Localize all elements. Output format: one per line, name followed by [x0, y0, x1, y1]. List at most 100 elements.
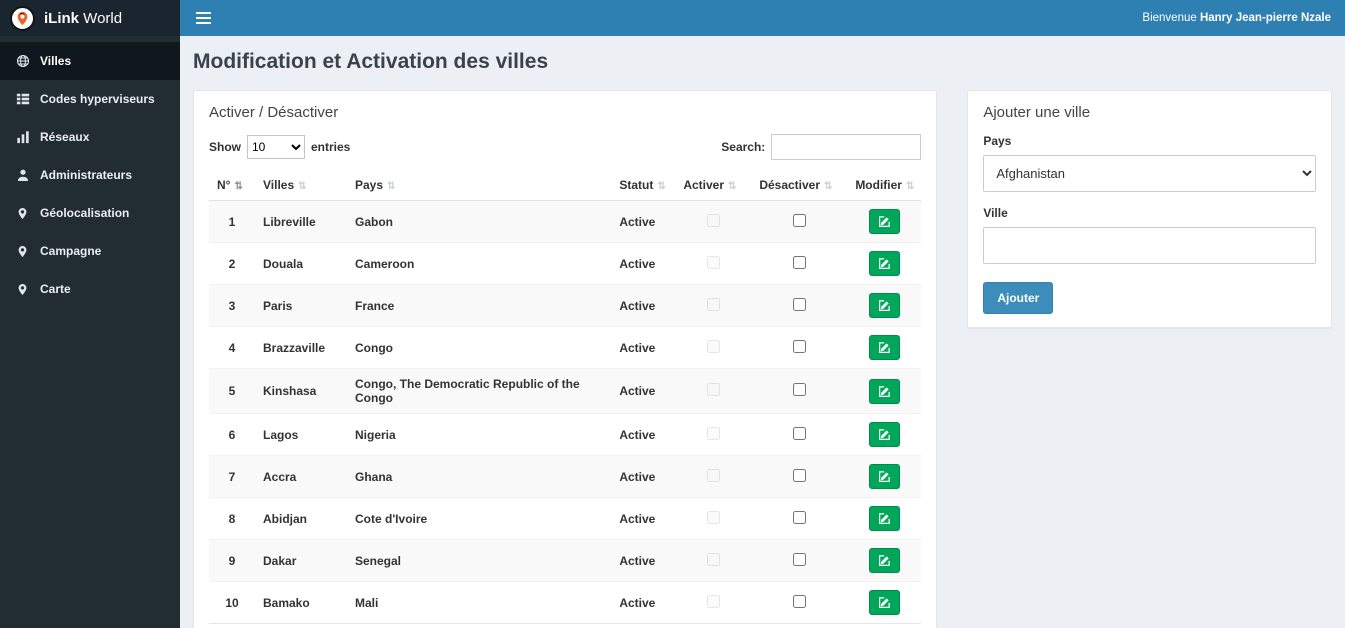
welcome-name: Hanry Jean-pierre Nzale: [1199, 12, 1331, 24]
activer-checkbox: [706, 383, 720, 396]
cell-activer: [675, 242, 752, 285]
cell-desactiver: [751, 455, 848, 498]
sidebar-toggle-icon[interactable]: [194, 5, 213, 31]
table-row: 2 Douala Cameroon Active: [209, 242, 922, 285]
activer-checkbox: [706, 255, 720, 269]
cell-ville: Libreville: [255, 200, 347, 243]
table-row: 3 Paris France Active: [209, 284, 922, 327]
cell-activer: [675, 581, 752, 624]
edit-button[interactable]: [868, 506, 900, 531]
cell-num: 10: [209, 581, 255, 624]
cell-ville: Bamako: [255, 581, 347, 624]
brand[interactable]: iLink World: [0, 0, 180, 36]
search-label: Search:: [721, 140, 766, 154]
desactiver-checkbox[interactable]: [792, 594, 806, 608]
brand-rest: World: [79, 9, 123, 27]
cell-modifier: [847, 242, 922, 285]
app-logo-icon: [10, 5, 35, 31]
column-header-statut[interactable]: Statut ⇅: [611, 170, 676, 201]
cell-activer: [675, 284, 752, 327]
edit-button[interactable]: [868, 464, 900, 489]
ajouter-button[interactable]: Ajouter: [983, 282, 1054, 314]
edit-icon: [878, 216, 890, 227]
cell-num: 7: [209, 455, 255, 498]
column-label: Activer: [683, 178, 724, 192]
cell-statut: Active: [611, 581, 676, 624]
cell-statut: Active: [611, 242, 676, 285]
cell-statut: Active: [611, 284, 676, 327]
cell-desactiver: [751, 242, 848, 285]
column-label: Désactiver: [759, 178, 821, 192]
brand-bold: iLink: [44, 9, 80, 27]
sidebar-item-reseaux[interactable]: Réseaux: [0, 118, 180, 156]
sort-icon: ⇅: [728, 181, 737, 192]
page-length-select[interactable]: 10: [247, 135, 305, 159]
cell-modifier: [847, 413, 922, 456]
cell-desactiver: [751, 497, 848, 540]
sidebar-item-administrateurs[interactable]: Administrateurs: [0, 156, 180, 194]
edit-button[interactable]: [868, 209, 900, 234]
edit-button[interactable]: [868, 251, 900, 276]
search-input[interactable]: [771, 134, 922, 160]
desactiver-checkbox[interactable]: [792, 510, 806, 524]
desactiver-checkbox[interactable]: [792, 383, 806, 396]
sidebar-item-label: Villes: [40, 54, 72, 68]
desactiver-checkbox[interactable]: [792, 255, 806, 269]
sidebar-item-villes[interactable]: Villes: [0, 42, 180, 80]
cell-modifier: [847, 497, 922, 540]
sidebar-item-codes-hyperviseurs[interactable]: Codes hyperviseurs: [0, 80, 180, 118]
column-header-modifier[interactable]: Modifier ⇅: [847, 170, 922, 201]
cell-activer: [675, 539, 752, 582]
cell-statut: Active: [611, 455, 676, 498]
edit-icon: [878, 513, 890, 524]
globe-icon: [15, 54, 30, 68]
edit-button[interactable]: [868, 335, 900, 360]
column-header-n[interactable]: N° ⇅: [209, 170, 255, 201]
cell-statut: Active: [611, 497, 676, 540]
activer-checkbox: [706, 297, 720, 311]
pays-select[interactable]: Afghanistan: [983, 155, 1316, 192]
sort-icon: ⇅: [234, 181, 243, 192]
sort-icon: ⇅: [824, 181, 833, 192]
welcome-text: Bienvenue Hanry Jean-pierre Nzale: [1142, 12, 1331, 24]
desactiver-checkbox[interactable]: [792, 213, 806, 227]
add-city-panel: Ajouter une ville Pays Afghanistan Ville…: [967, 90, 1332, 328]
cell-num: 9: [209, 539, 255, 582]
cell-pays: Congo: [347, 326, 612, 369]
brand-text: iLink World: [44, 10, 122, 27]
cell-num: 8: [209, 497, 255, 540]
column-label: Pays: [355, 178, 384, 192]
edit-button[interactable]: [868, 422, 900, 447]
desactiver-checkbox[interactable]: [792, 426, 806, 440]
cell-desactiver: [751, 326, 848, 369]
column-header-activer[interactable]: Activer ⇅: [675, 170, 752, 201]
cell-pays: Nigeria: [347, 413, 612, 456]
cell-desactiver: [751, 200, 848, 243]
column-header-pays[interactable]: Pays ⇅: [347, 170, 612, 201]
cell-pays: Mali: [347, 581, 612, 624]
edit-icon: [878, 342, 890, 353]
desactiver-checkbox[interactable]: [792, 339, 806, 353]
column-header-desactiver[interactable]: Désactiver ⇅: [751, 170, 848, 201]
ville-label: Ville: [983, 206, 1008, 220]
cell-num: 4: [209, 326, 255, 369]
edit-button[interactable]: [868, 293, 900, 318]
column-label: Statut: [619, 178, 654, 192]
edit-button[interactable]: [868, 378, 900, 404]
search-control: Search:: [721, 134, 922, 160]
cell-num: 6: [209, 413, 255, 456]
edit-button[interactable]: [868, 590, 900, 615]
desactiver-checkbox[interactable]: [792, 297, 806, 311]
sidebar-item-campagne[interactable]: Campagne: [0, 232, 180, 270]
pin-icon: [15, 283, 30, 296]
sidebar-item-geolocalisation[interactable]: Géolocalisation: [0, 194, 180, 232]
sidebar-item-carte[interactable]: Carte: [0, 270, 180, 308]
edit-button[interactable]: [868, 548, 900, 573]
cell-modifier: [847, 200, 922, 243]
pin-icon: [15, 207, 30, 220]
desactiver-checkbox[interactable]: [792, 552, 806, 566]
desactiver-checkbox[interactable]: [792, 468, 806, 482]
ville-input[interactable]: [983, 227, 1316, 264]
column-header-villes[interactable]: Villes ⇅: [255, 170, 347, 201]
edit-icon: [878, 471, 890, 482]
